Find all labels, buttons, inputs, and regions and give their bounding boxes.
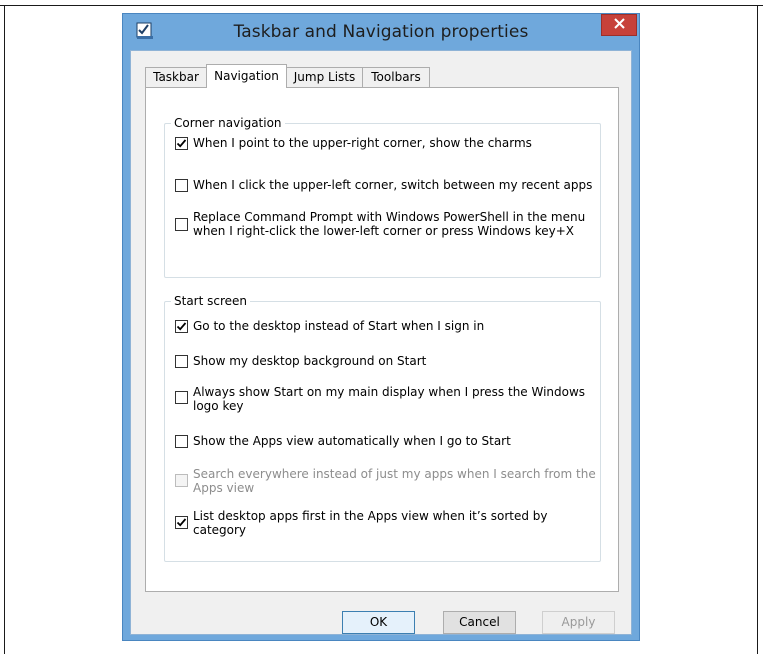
page-border-top xyxy=(0,5,763,6)
option-apps-view-automatically[interactable]: Show the Apps view automatically when I … xyxy=(175,434,615,448)
window-title: Taskbar and Navigation properties xyxy=(233,22,529,42)
ok-button[interactable]: OK xyxy=(342,611,415,634)
option-label: List desktop apps first in the Apps view… xyxy=(193,509,548,537)
close-button[interactable] xyxy=(601,14,637,36)
group-heading: Corner navigation xyxy=(171,116,285,130)
option-start-on-main-display[interactable]: Always show Start on my main display whe… xyxy=(175,385,615,413)
checkbox[interactable] xyxy=(175,179,188,192)
properties-dialog: Taskbar and Navigation properties Taskba… xyxy=(122,13,640,641)
title-bar[interactable]: Taskbar and Navigation properties xyxy=(123,14,639,50)
option-label: Always show Start on my main display whe… xyxy=(193,385,586,413)
checkbox[interactable] xyxy=(175,218,188,231)
tab-toolbars[interactable]: Toolbars xyxy=(362,67,430,87)
page-border-left xyxy=(4,5,5,654)
checkbox[interactable] xyxy=(175,137,188,150)
cancel-button[interactable]: Cancel xyxy=(443,611,516,634)
checkbox[interactable] xyxy=(175,435,188,448)
close-icon xyxy=(613,18,625,32)
option-search-everywhere[interactable]: Search everywhere instead of just my app… xyxy=(175,467,615,495)
checkbox[interactable] xyxy=(175,355,188,368)
option-desktop-instead-of-start[interactable]: Go to the desktop instead of Start when … xyxy=(175,319,615,333)
tab-jump-lists[interactable]: Jump Lists xyxy=(286,67,363,87)
group-heading: Start screen xyxy=(171,294,251,308)
checkmark-icon xyxy=(176,322,187,331)
checkmark-icon xyxy=(176,518,187,527)
option-replace-cmd-powershell[interactable]: Replace Command Prompt with Windows Powe… xyxy=(175,210,605,238)
option-desktop-background-on-start[interactable]: Show my desktop background on Start xyxy=(175,354,615,368)
start-screen-group: Start screen Go to the desktop instead o… xyxy=(164,294,601,562)
option-list-desktop-apps-first[interactable]: List desktop apps first in the Apps view… xyxy=(175,509,615,537)
checkbox[interactable] xyxy=(175,474,188,487)
option-label: Go to the desktop instead of Start when … xyxy=(193,319,485,333)
checkbox[interactable] xyxy=(175,516,188,529)
option-label: Search everywhere instead of just my app… xyxy=(193,467,596,495)
apply-button[interactable]: Apply xyxy=(542,611,615,634)
tab-navigation[interactable]: Navigation xyxy=(206,64,287,88)
dialog-body: Taskbar Navigation Jump Lists Toolbars C… xyxy=(130,50,632,635)
option-show-charms[interactable]: When I point to the upper-right corner, … xyxy=(175,136,615,150)
tab-taskbar[interactable]: Taskbar xyxy=(145,67,207,87)
option-label: When I point to the upper-right corner, … xyxy=(193,136,532,150)
option-label: Show the Apps view automatically when I … xyxy=(193,434,511,448)
checkbox[interactable] xyxy=(175,391,188,404)
option-label: Replace Command Prompt with Windows Powe… xyxy=(193,210,586,238)
option-label: When I click the upper-left corner, swit… xyxy=(193,178,593,192)
option-switch-recent-apps[interactable]: When I click the upper-left corner, swit… xyxy=(175,178,615,192)
option-label: Show my desktop background on Start xyxy=(193,354,427,368)
navigation-tab-panel: Corner navigation When I point to the up… xyxy=(145,87,619,592)
corner-navigation-group: Corner navigation When I point to the up… xyxy=(164,116,601,278)
checkmark-icon xyxy=(176,139,187,148)
page-border-right xyxy=(757,5,758,654)
checkbox[interactable] xyxy=(175,320,188,333)
